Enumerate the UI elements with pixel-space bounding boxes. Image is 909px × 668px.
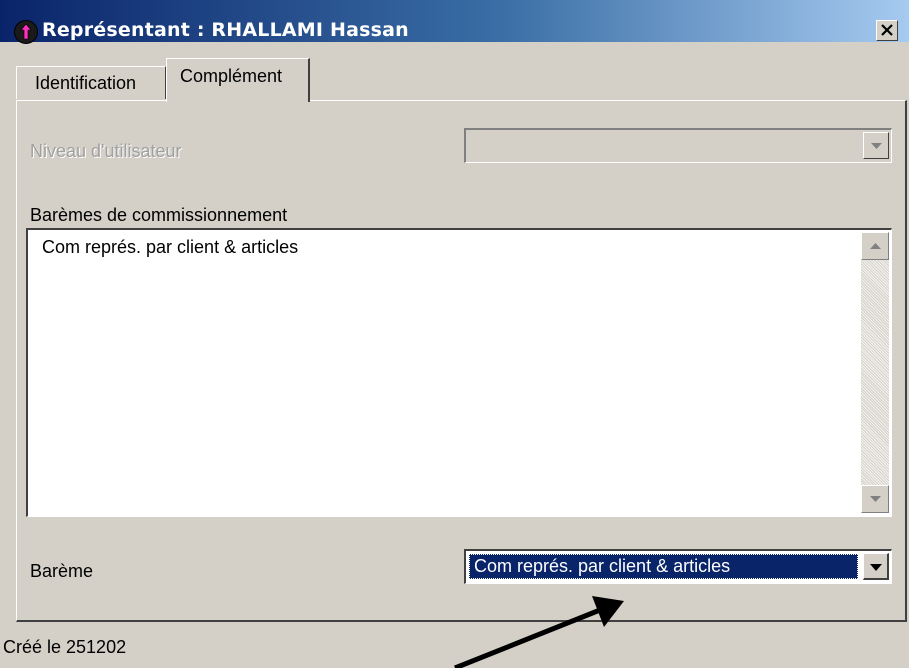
pointer-arrow [454,596,624,668]
tab-complement-label: Complément [180,66,283,86]
dialog-window: Représentant : RHALLAMI Hassan Identific… [0,0,909,668]
tab-complement[interactable]: Complément [166,58,310,102]
